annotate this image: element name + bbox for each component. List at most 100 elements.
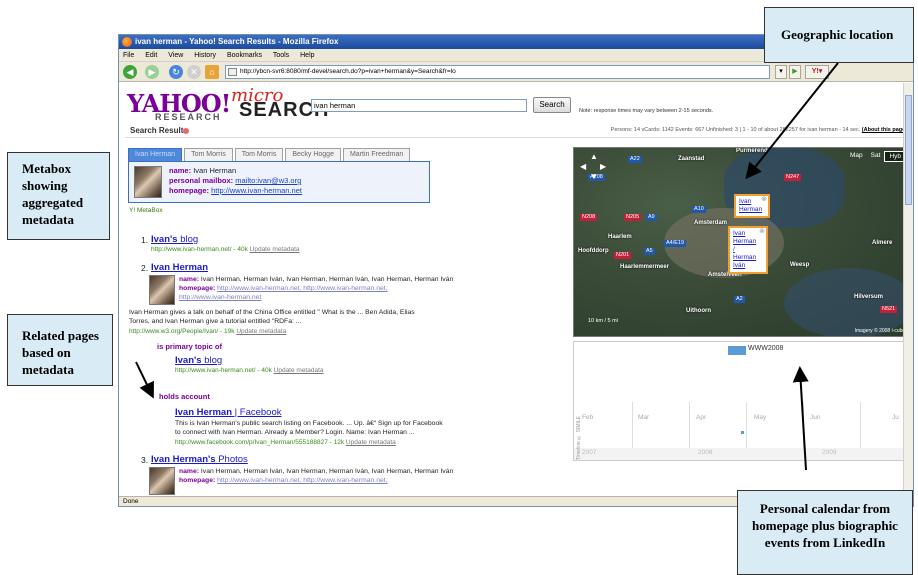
result-2-title-bold: Ivan Herman bbox=[151, 262, 209, 273]
related-2-title-link[interactable]: Ivan Herman | Facebook bbox=[175, 407, 282, 418]
menu-help[interactable]: Help bbox=[300, 52, 314, 59]
pan-right-icon[interactable]: ▶ bbox=[600, 162, 606, 171]
map-road-a10: A10 bbox=[692, 206, 706, 213]
tab-tom-morris-1[interactable]: Tom Morris bbox=[184, 148, 233, 161]
related-1-title-bold: Ivan's bbox=[175, 355, 202, 366]
result-1-number: 1. bbox=[141, 235, 149, 245]
related-1-url-row: http://www.ivan-herman.net/ - 40k Update… bbox=[175, 367, 324, 374]
related-2-update-metadata-link[interactable]: Update metadata bbox=[346, 439, 396, 446]
result-2-homepage-links[interactable]: http://www.ivan-herman.net, http://www.i… bbox=[217, 285, 387, 292]
result-2-number: 2. bbox=[141, 263, 149, 273]
timeline-event-bar[interactable] bbox=[728, 346, 746, 355]
yahoo-search-engine-icon[interactable]: Y!▾ bbox=[805, 65, 829, 79]
map-panel[interactable]: Zaanstad Haarlem Amsterdam Hoofddorp Haa… bbox=[573, 147, 911, 337]
pan-up-icon[interactable]: ▲ bbox=[590, 152, 598, 161]
go-icon[interactable]: ▶ bbox=[789, 65, 801, 79]
tab-martin-freedman[interactable]: Martin Freedman bbox=[342, 148, 411, 161]
map-popup-1[interactable]: ⊗ Ivan Herman bbox=[734, 194, 770, 218]
menu-bookmarks[interactable]: Bookmarks bbox=[227, 52, 262, 59]
map-road-n247: N247 bbox=[784, 174, 802, 181]
stage: ivan herman - Yahoo! Search Results - Mo… bbox=[0, 0, 918, 575]
map-copyright: Imagery © 2008 i-cubed bbox=[854, 328, 908, 334]
scrollbar-thumb[interactable] bbox=[905, 95, 912, 205]
search-input[interactable]: ivan herman bbox=[311, 99, 527, 112]
about-page-link[interactable]: (About this page) bbox=[862, 127, 907, 133]
result-2-title-link[interactable]: Ivan Herman bbox=[151, 262, 208, 273]
related-1-update-metadata-link[interactable]: Update metadata bbox=[274, 367, 324, 374]
timeline-month-jul: Ju bbox=[892, 414, 899, 421]
menu-tools[interactable]: Tools bbox=[273, 52, 289, 59]
avatar bbox=[134, 166, 162, 198]
map-road-n201: N201 bbox=[614, 252, 632, 259]
related-1-title-link[interactable]: Ivan's blog bbox=[175, 355, 222, 366]
menu-file[interactable]: File bbox=[123, 52, 134, 59]
map-place-hoofddorp: Hoofddorp bbox=[578, 248, 609, 254]
result-3-homepage-links[interactable]: http://www.ivan-herman.net, http://www.i… bbox=[217, 477, 387, 484]
menu-edit[interactable]: Edit bbox=[145, 52, 157, 59]
back-icon[interactable]: ◀ bbox=[123, 65, 137, 79]
map-road-a22: A22 bbox=[628, 156, 642, 163]
callout-related-text: Related pages based on metadata bbox=[22, 328, 99, 377]
timeline-panel[interactable]: WWW2008 Feb Mar Apr May Jun Ju 2007 2008… bbox=[573, 341, 911, 461]
search-button[interactable]: Search bbox=[533, 97, 571, 113]
related-2-title-rest: | Facebook bbox=[232, 407, 282, 418]
timeline-month-jun: Jun bbox=[810, 414, 821, 421]
metabox-mailbox-link[interactable]: mailto:ivan@w3.org bbox=[235, 176, 301, 185]
menu-view[interactable]: View bbox=[168, 52, 183, 59]
page-favicon-icon bbox=[228, 68, 237, 76]
popup-close-icon[interactable]: ⊗ bbox=[759, 228, 765, 236]
home-icon[interactable]: ⌂ bbox=[205, 65, 219, 79]
url-dropdown-icon[interactable]: ▾ bbox=[775, 65, 787, 79]
reload-icon[interactable]: ↻ bbox=[169, 65, 183, 79]
metabox-homepage-link[interactable]: http://www.ivan-herman.net bbox=[211, 186, 302, 195]
map-road-n205: N205 bbox=[624, 214, 642, 221]
map-place-weesp: Weesp bbox=[790, 262, 810, 268]
map-place-purmerend: Purmerend bbox=[736, 148, 768, 154]
result-1-title-link[interactable]: Ivan's blog bbox=[151, 234, 198, 245]
pan-down-icon[interactable]: ▼ bbox=[590, 172, 598, 181]
map-pan-control[interactable]: ▲ ◀ ▶ ▼ bbox=[580, 152, 610, 182]
map-place-uithoorn: Uithoorn bbox=[686, 308, 711, 314]
timeline-event-marker[interactable] bbox=[741, 431, 744, 434]
result-2-url-row: http://www.w3.org/People/Ivan/ - 19k Upd… bbox=[129, 328, 286, 335]
pan-left-icon[interactable]: ◀ bbox=[580, 162, 586, 171]
result-2-name-label: name: bbox=[179, 276, 200, 283]
stop-icon[interactable]: ✕ bbox=[187, 65, 201, 79]
response-time-note: Note: response times may vary between 2-… bbox=[579, 108, 714, 114]
result-3-avatar bbox=[149, 467, 175, 495]
metabox: name: Ivan Herman personal mailbox: mail… bbox=[128, 161, 430, 203]
result-1-update-metadata-link[interactable]: Update metadata bbox=[250, 246, 300, 253]
result-2-update-metadata-link[interactable]: Update metadata bbox=[236, 328, 286, 335]
tab-ivan-herman[interactable]: Ivan Herman bbox=[128, 148, 183, 161]
timeline-event-label[interactable]: WWW2008 bbox=[748, 345, 783, 352]
popup-close-icon[interactable]: ⊗ bbox=[761, 196, 767, 204]
map-type-map[interactable]: Map bbox=[846, 151, 867, 162]
related-2-title-bold: Ivan Herman bbox=[175, 407, 233, 418]
menu-history[interactable]: History bbox=[194, 52, 216, 59]
popup-1-line-2: Herman bbox=[739, 206, 763, 213]
timeline-year-2009: 2009 bbox=[822, 449, 837, 456]
map-popup-2[interactable]: ⊗ Ivan Herman / Herman Iván bbox=[728, 226, 768, 274]
url-bar[interactable]: http://ybcn-svr6:8080/mf-devel/search.do… bbox=[225, 65, 770, 79]
results-stats-text: Persons: 14 vCards: 1142 Events: 667 Unf… bbox=[610, 127, 861, 133]
results-bar: Search Results Persons: 14 vCards: 1142 … bbox=[125, 125, 909, 138]
result-3-homepage-label: homepage: bbox=[179, 477, 216, 484]
metabox-mailbox-row: personal mailbox: mailto:ivan@w3.org bbox=[169, 176, 301, 185]
result-2-homepage-link-2[interactable]: http://www.ivan-herman.net bbox=[179, 294, 261, 301]
timeline-overview-band[interactable] bbox=[574, 448, 910, 460]
callout-related-pages: Related pages based on metadata bbox=[7, 314, 113, 386]
result-2-name-row: name: Ivan Herman, Herman Iván, Ivan Her… bbox=[179, 276, 453, 283]
tab-tom-morris-2[interactable]: Tom Morris bbox=[234, 148, 284, 161]
map-place-hilversum: Hilversum bbox=[854, 294, 884, 300]
vertical-scrollbar[interactable] bbox=[903, 83, 913, 497]
callout-metabox: Metabox showing aggregated metadata bbox=[7, 152, 110, 240]
map-place-haarlemmermeer: Haarlemmermeer bbox=[620, 264, 670, 270]
forward-icon[interactable]: ▶ bbox=[145, 65, 159, 79]
results-indicator-icon bbox=[183, 128, 189, 134]
metabox-homepage-label: homepage: bbox=[169, 186, 210, 195]
tab-becky-hogge[interactable]: Becky Hogge bbox=[285, 148, 341, 161]
callout-geo-text: Geographic location bbox=[781, 27, 894, 42]
result-3-title-link[interactable]: Ivan Herman's Photos bbox=[151, 454, 248, 465]
map-type-sat[interactable]: Sat bbox=[867, 151, 885, 162]
url-text: http://ybcn-svr6:8080/mf-devel/search.do… bbox=[240, 68, 456, 75]
